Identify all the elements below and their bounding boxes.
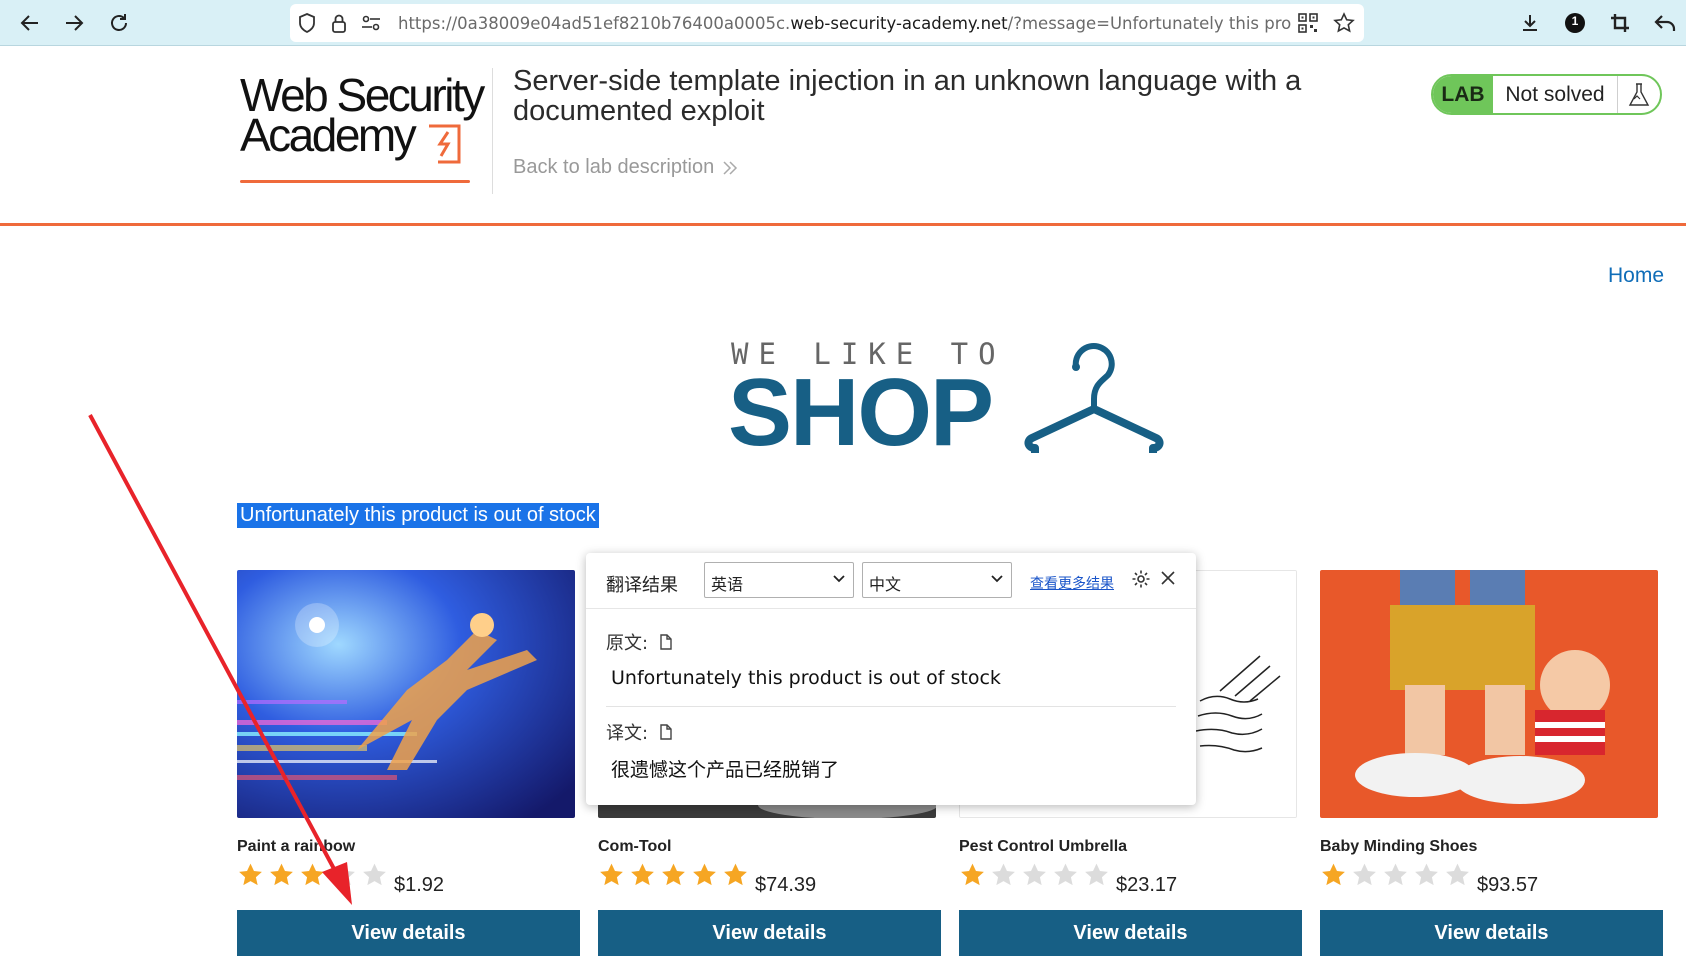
translation-label: 译文: [606, 719, 672, 745]
star-filled-icon [301, 863, 324, 886]
star-filled-icon [600, 863, 623, 886]
academy-logo[interactable]: Web Security Academy [240, 72, 490, 187]
gear-icon[interactable] [1131, 569, 1151, 589]
translation-title: 翻译结果 [606, 575, 678, 596]
rating-stars [1320, 862, 1471, 888]
view-details-button[interactable]: View details [237, 910, 580, 956]
bookmark-star-icon[interactable] [1333, 12, 1355, 34]
source-language-select[interactable]: 英语 [704, 562, 854, 598]
star-empty-icon [1353, 863, 1376, 886]
star-filled-icon [724, 863, 747, 886]
notification-count: 1 [1571, 14, 1579, 28]
flask-icon [1618, 76, 1660, 113]
home-link[interactable]: Home [1608, 264, 1664, 288]
stock-message: Unfortunately this product is out of sto… [237, 503, 599, 528]
copy-icon[interactable] [658, 634, 672, 650]
copy-icon[interactable] [658, 724, 672, 740]
product-price: $74.39 [755, 874, 817, 896]
star-filled-icon [1322, 863, 1345, 886]
chevron-down-icon [833, 575, 845, 583]
product-name: Baby Minding Shoes [1320, 838, 1478, 855]
translation-popup-header: 翻译结果 英语 中文 查看更多结果 [586, 553, 1196, 609]
permissions-icon[interactable] [360, 12, 382, 34]
product-image-rainbow[interactable] [237, 570, 575, 818]
original-label: 原文: [606, 629, 672, 655]
star-filled-icon [239, 863, 262, 886]
shield-icon[interactable] [296, 12, 318, 34]
close-icon[interactable] [1160, 570, 1176, 586]
star-empty-icon [1085, 863, 1108, 886]
product-name: Pest Control Umbrella [959, 838, 1128, 855]
product-name: Paint a rainbow [237, 838, 356, 855]
star-filled-icon [961, 863, 984, 886]
lock-icon[interactable] [328, 12, 350, 34]
star-empty-icon [992, 863, 1015, 886]
view-details-button[interactable]: View details [959, 910, 1302, 956]
star-filled-icon [631, 863, 654, 886]
download-icon[interactable] [1515, 8, 1545, 38]
star-filled-icon [270, 863, 293, 886]
double-chevron-icon [723, 160, 738, 175]
undo-arrow-icon[interactable] [1650, 8, 1680, 38]
lab-status-badge: LAB Not solved [1431, 74, 1662, 115]
star-empty-icon [1054, 863, 1077, 886]
product-price: $93.57 [1477, 874, 1539, 896]
product-card: Baby Minding Shoes $93.57 View details [1320, 570, 1663, 956]
reload-icon[interactable] [104, 8, 134, 38]
lab-header: Web Security Academy Server-side templat… [0, 46, 1686, 226]
lab-title: Server-side template injection in an unk… [513, 65, 1302, 127]
account-badge-icon[interactable]: 1 [1560, 8, 1590, 38]
back-arrow-icon[interactable] [15, 8, 45, 38]
star-empty-icon [1384, 863, 1407, 886]
star-filled-icon [662, 863, 685, 886]
forward-arrow-icon[interactable] [59, 8, 89, 38]
rating-stars [237, 862, 388, 888]
url-text[interactable]: https://0a38009e04ad51ef8210b76400a0005c… [398, 14, 1292, 33]
star-empty-icon [1446, 863, 1469, 886]
translation-text: 很遗憾这个产品已经脱销了 [611, 759, 840, 781]
original-text: Unfortunately this product is out of sto… [611, 667, 1001, 689]
rating-stars [959, 862, 1110, 888]
back-to-lab-link[interactable]: Back to lab description [513, 156, 738, 179]
product-name: Com-Tool [598, 838, 672, 855]
translation-popup: 翻译结果 英语 中文 查看更多结果 原文: Unfortunately this… [586, 553, 1196, 805]
crop-icon[interactable] [1605, 8, 1635, 38]
browser-toolbar: https://0a38009e04ad51ef8210b76400a0005c… [0, 0, 1686, 46]
product-card: Paint a rainbow $1.92 View details [237, 570, 580, 956]
chevron-down-icon [991, 575, 1003, 583]
star-empty-icon [332, 863, 355, 886]
qr-code-icon[interactable] [1297, 12, 1319, 34]
lightning-logo-icon [429, 124, 461, 164]
hero-title: SHOP [728, 359, 994, 466]
rating-stars [598, 862, 749, 888]
star-empty-icon [1023, 863, 1046, 886]
hanger-icon [1024, 343, 1164, 453]
more-results-link[interactable]: 查看更多结果 [1030, 573, 1114, 593]
product-price: $23.17 [1116, 874, 1178, 896]
star-empty-icon [1415, 863, 1438, 886]
address-bar[interactable]: https://0a38009e04ad51ef8210b76400a0005c… [290, 4, 1364, 42]
product-price: $1.92 [394, 874, 445, 896]
star-filled-icon [693, 863, 716, 886]
star-empty-icon [363, 863, 386, 886]
view-details-button[interactable]: View details [598, 910, 941, 956]
view-details-button[interactable]: View details [1320, 910, 1663, 956]
product-image-shoes[interactable] [1320, 570, 1658, 818]
target-language-select[interactable]: 中文 [862, 562, 1012, 598]
